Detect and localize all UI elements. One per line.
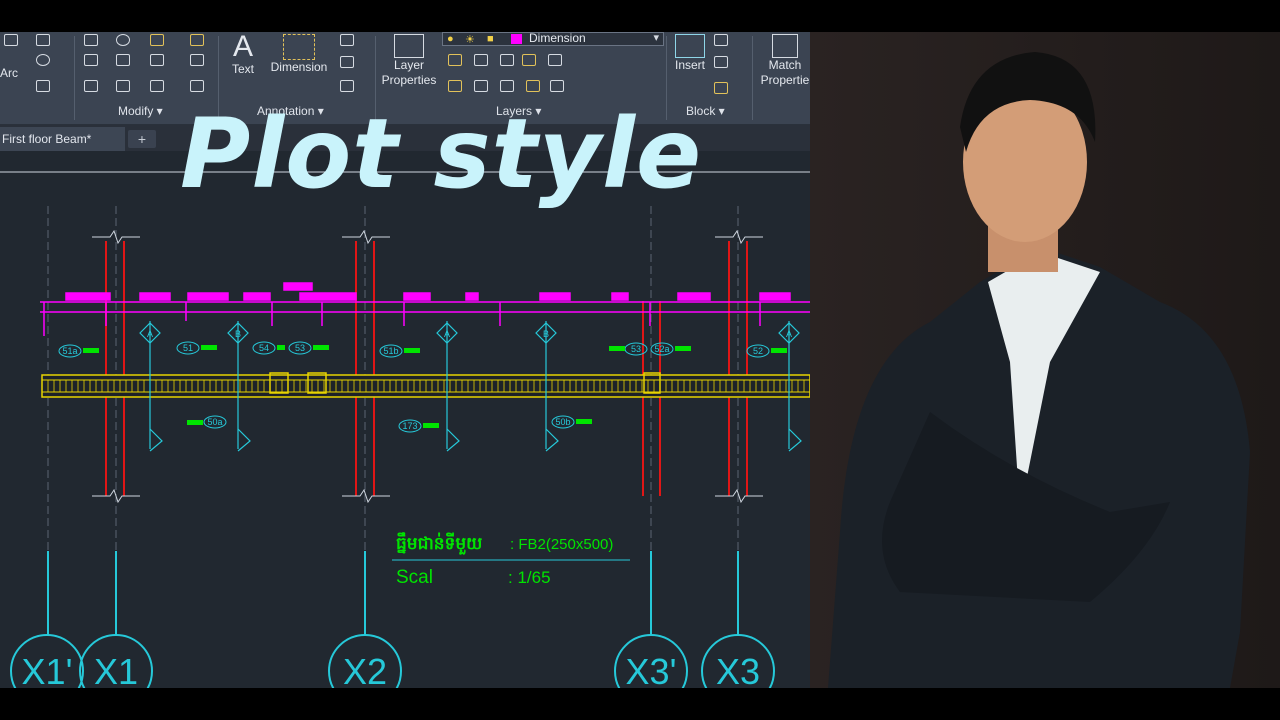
section-mark-label: A: [444, 329, 450, 339]
panel-separator: [74, 36, 75, 120]
rebar-tag: 54: [259, 343, 269, 353]
layer-dropdown-value: Dimension: [529, 32, 586, 45]
scale-label: Scal: [396, 567, 433, 588]
insert-block-icon: [675, 34, 705, 58]
erase-icon[interactable]: [190, 34, 204, 46]
block-attribute-icon[interactable]: [714, 82, 728, 94]
layer-tool-icon[interactable]: [474, 80, 488, 92]
drawing-canvas[interactable]: A B A B A 51a 51 54 53 51b 53 52a 52 50a…: [0, 151, 810, 688]
match-properties-label: Match Propertie: [760, 58, 810, 87]
layer-on-icon: ●: [447, 33, 454, 45]
rotate-icon[interactable]: [116, 34, 130, 46]
section-mark-label: B: [235, 329, 241, 339]
document-tab[interactable]: First floor Beam*: [0, 127, 125, 151]
explode-icon[interactable]: [190, 54, 204, 66]
arc-icon[interactable]: [4, 34, 18, 46]
presenter-photo: [810, 32, 1280, 688]
rebar-tag: 51: [183, 343, 193, 353]
leader-icon[interactable]: [340, 56, 354, 68]
text-button-label: Text: [231, 62, 254, 76]
offset-icon[interactable]: [190, 80, 204, 92]
scale-icon[interactable]: [116, 80, 130, 92]
ellipse-icon[interactable]: [36, 54, 50, 66]
multileader-icon[interactable]: [340, 34, 354, 46]
panel-separator: [752, 36, 753, 120]
rectangle-icon[interactable]: [36, 34, 50, 46]
rebar-tag: 53: [295, 343, 305, 353]
insert-button-label: Insert: [674, 58, 705, 72]
dimension-button-label: Dimension: [270, 60, 328, 74]
layer-tool-icon[interactable]: [548, 54, 562, 66]
new-tab-button[interactable]: +: [128, 130, 156, 148]
match-properties-button[interactable]: Match Propertie: [755, 32, 810, 88]
arc-button-label[interactable]: Arc: [0, 66, 18, 80]
rebar-tag: 173: [402, 421, 417, 431]
dimension-button[interactable]: Dimension: [264, 32, 334, 75]
layer-dropdown[interactable]: ● ☀ ■ Dimension ▾: [442, 32, 664, 46]
beam-title-khmer: ធ្នឹមជាន់ទីមួយ: [396, 532, 482, 555]
create-block-icon[interactable]: [714, 34, 728, 46]
grid-bubble-label: X3: [716, 651, 760, 688]
layer-tool-icon[interactable]: [474, 54, 488, 66]
layer-color-swatch: [511, 34, 522, 44]
layer-lock-icon: ■: [487, 33, 494, 45]
scale-value: : 1/65: [508, 568, 551, 587]
match-properties-icon: [772, 34, 798, 58]
section-mark-label: A: [147, 329, 153, 339]
insert-button[interactable]: Insert: [670, 32, 710, 73]
stretch-icon[interactable]: [84, 80, 98, 92]
layer-tool-icon[interactable]: [500, 54, 514, 66]
modify-panel-label: Modify: [118, 104, 154, 118]
rebar-tags-bottom: 50a 173 50b: [187, 415, 592, 433]
rebar-tag: 51a: [62, 346, 77, 356]
mirror-icon[interactable]: [116, 54, 130, 66]
fillet-icon[interactable]: [150, 54, 164, 66]
rebar-tags-top: 51a 51 54 53 51b 53 52a 52: [58, 341, 787, 358]
section-mark-label: A: [786, 329, 792, 339]
layer-tool-icon[interactable]: [448, 80, 462, 92]
layer-tool-icon[interactable]: [526, 80, 540, 92]
copy-icon[interactable]: [84, 54, 98, 66]
grid-bubble-labels: X1' X1 X2 X3' X3: [22, 651, 760, 688]
layer-properties-label: Layer Properties: [381, 58, 437, 87]
move-icon[interactable]: [84, 34, 98, 46]
edit-block-icon[interactable]: [714, 56, 728, 68]
grid-bubble-label: X1': [22, 651, 73, 688]
layer-tool-icon[interactable]: [448, 54, 462, 66]
grid-bubble-label: X3': [626, 651, 677, 688]
layer-tool-icon[interactable]: [522, 54, 536, 66]
hatch-icon[interactable]: [36, 80, 50, 92]
rebar-tag: 50a: [207, 417, 222, 427]
video-bottom-letterbox: [0, 688, 1280, 720]
text-icon: A: [232, 32, 253, 63]
table-icon[interactable]: [340, 80, 354, 92]
beam-title-block: ធ្នឹមជាន់ទីមួយ : FB2(250x500) Scal : 1/6…: [392, 532, 630, 588]
thumbnail-title: Plot style: [180, 98, 703, 210]
rebar-tag: 51b: [383, 346, 398, 356]
array-icon[interactable]: [150, 80, 164, 92]
modify-panel-title[interactable]: Modify ▾: [118, 104, 163, 118]
section-mark-label: B: [543, 329, 549, 339]
beam-title-value: : FB2(250x500): [510, 536, 613, 553]
grid-bubble-label: X1: [94, 651, 138, 688]
break-lines: [92, 229, 763, 504]
rebar-tag: 53: [631, 344, 641, 354]
rebar-tag: 50b: [555, 417, 570, 427]
layer-tool-icon[interactable]: [500, 80, 514, 92]
layer-properties-icon: [394, 34, 424, 58]
layer-properties-button[interactable]: Layer Properties: [378, 32, 440, 88]
presenter-silhouette: [828, 52, 1250, 688]
layer-tool-icon[interactable]: [550, 80, 564, 92]
layer-thaw-icon: ☀: [465, 34, 475, 46]
chevron-down-icon: ▾: [653, 32, 659, 44]
trim-icon[interactable]: [150, 34, 164, 46]
grid-bubble-label: X2: [343, 651, 387, 688]
video-top-letterbox: [0, 0, 1280, 32]
rebar-tag: 52a: [654, 344, 669, 354]
rebar-tag: 52: [753, 346, 763, 356]
dimension-icon: [283, 34, 315, 60]
text-button[interactable]: A Text: [226, 32, 260, 77]
